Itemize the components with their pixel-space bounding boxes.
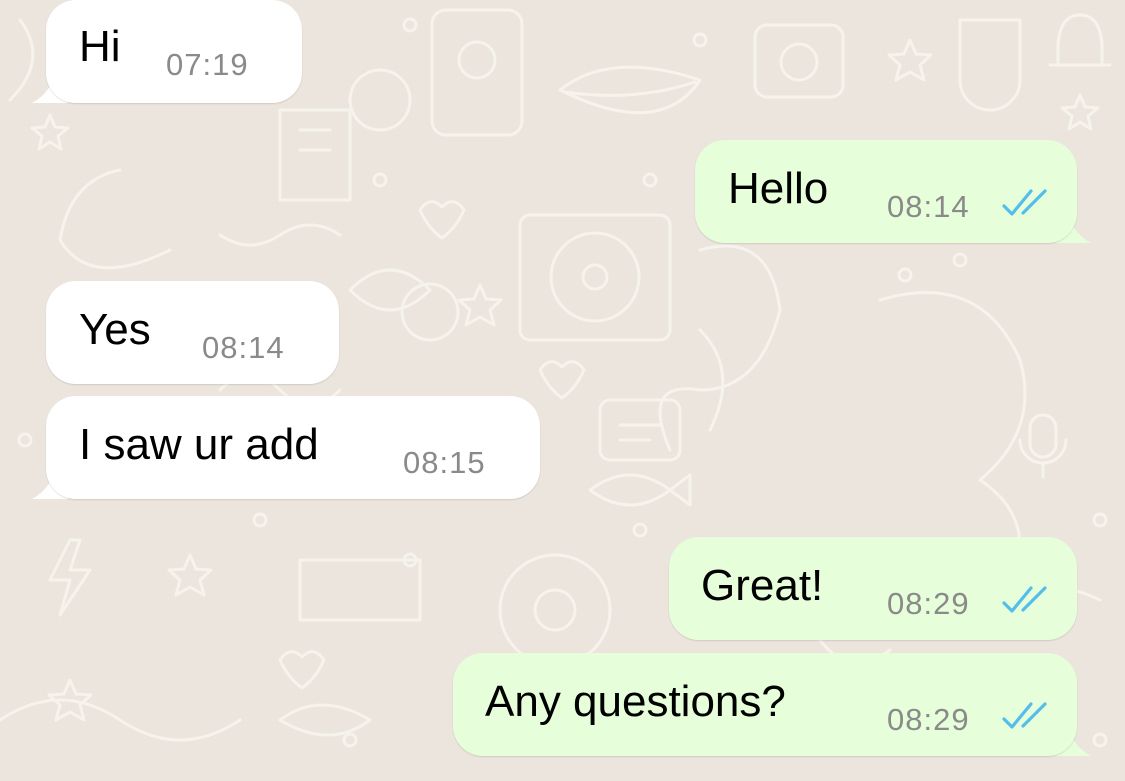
message-text: Hello [728,164,829,213]
message-text: Any questions? [485,677,786,726]
message-timestamp: 08:29 [887,586,970,621]
double-check-icon [1002,586,1047,613]
message-text: Great! [701,561,824,610]
double-check-icon [1002,702,1047,729]
message-timestamp: 07:19 [166,47,249,82]
message-timestamp: 08:29 [887,702,970,737]
message-text: I saw ur add [79,420,319,469]
message-bubble-incoming[interactable]: Yes 08:14 [46,281,339,384]
double-check-icon [1002,189,1047,216]
message-bubble-outgoing[interactable]: Any questions? 08:29 [453,653,1077,756]
message-bubble-outgoing[interactable]: Great! 08:29 [669,537,1077,640]
message-bubble-incoming[interactable]: I saw ur add 08:15 [46,396,540,499]
message-text: Hi [79,22,121,71]
message-bubble-incoming[interactable]: Hi 07:19 [46,0,302,103]
message-text: Yes [79,305,151,354]
message-timestamp: 08:14 [887,189,970,224]
message-timestamp: 08:14 [202,330,285,365]
message-timestamp: 08:15 [403,445,486,480]
chat-background: Hi 07:19 Hello 08:14 Yes 08:14 I saw ur … [0,0,1125,781]
message-bubble-outgoing[interactable]: Hello 08:14 [695,140,1077,243]
